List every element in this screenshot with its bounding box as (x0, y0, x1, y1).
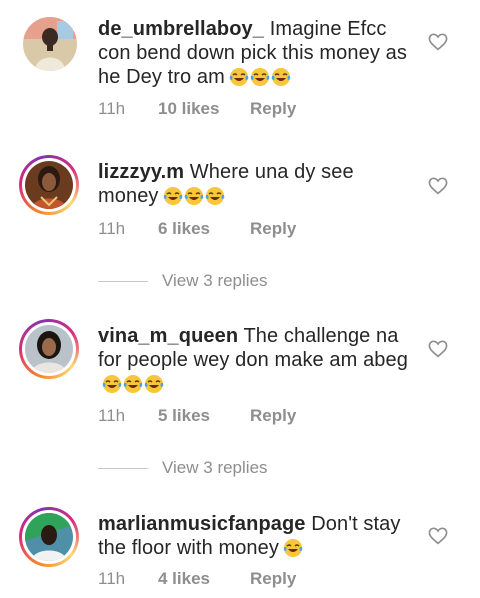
avatar[interactable] (23, 17, 77, 71)
face-with-tears-of-joy-emoji (102, 374, 122, 394)
like-count[interactable]: 10 likes (158, 99, 250, 119)
username[interactable]: de_umbrellaboy_ (98, 18, 264, 40)
comment-text: marlianmusicfanpage Don't stay the floor… (98, 512, 408, 564)
reply-button[interactable]: Reply (250, 406, 296, 426)
comment-meta: 11h 10 likes Reply (98, 99, 296, 119)
like-count[interactable]: 6 likes (158, 219, 250, 239)
heart-outline-icon[interactable] (428, 33, 448, 51)
timestamp: 11h (98, 406, 126, 425)
face-with-tears-of-joy-emoji (229, 67, 249, 87)
view-replies-link[interactable]: View 3 replies (98, 271, 268, 291)
username[interactable]: marlianmusicfanpage (98, 513, 306, 535)
avatar[interactable] (19, 319, 79, 379)
face-with-tears-of-joy-emoji (205, 186, 225, 206)
face-with-tears-of-joy-emoji (163, 186, 183, 206)
profile-photo (25, 513, 73, 561)
like-count[interactable]: 4 likes (158, 569, 250, 589)
emoji-group (283, 538, 304, 564)
heart-outline-icon[interactable] (428, 340, 448, 358)
emoji-group (102, 374, 165, 400)
face-with-tears-of-joy-emoji (250, 67, 270, 87)
divider-line (98, 468, 148, 470)
comment-meta: 11h 5 likes Reply (98, 406, 296, 426)
heart-outline-icon[interactable] (428, 177, 448, 195)
comment-text: lizzzyy.m Where una dy see money (98, 160, 408, 212)
view-replies-label[interactable]: View 3 replies (162, 271, 268, 290)
avatar[interactable] (19, 155, 79, 215)
avatar[interactable] (19, 507, 79, 567)
comment-meta: 11h 4 likes Reply (98, 569, 296, 589)
face-with-tears-of-joy-emoji (184, 186, 204, 206)
profile-photo (25, 161, 73, 209)
profile-photo-graphic (23, 17, 77, 71)
username[interactable]: lizzzyy.m (98, 161, 184, 183)
emoji-group (163, 186, 226, 212)
timestamp: 11h (98, 219, 126, 238)
like-count[interactable]: 5 likes (158, 406, 250, 426)
face-with-tears-of-joy-emoji (283, 538, 303, 558)
profile-photo (25, 325, 73, 373)
reply-button[interactable]: Reply (250, 569, 296, 589)
comment-text: vina_m_queen The challenge na for people… (98, 324, 408, 400)
timestamp: 11h (98, 569, 126, 588)
view-replies-label[interactable]: View 3 replies (162, 458, 268, 477)
heart-outline-icon[interactable] (428, 527, 448, 545)
divider-line (98, 281, 148, 283)
emoji-group (229, 67, 292, 93)
view-replies-link[interactable]: View 3 replies (98, 458, 268, 478)
reply-button[interactable]: Reply (250, 99, 296, 119)
comment-meta: 11h 6 likes Reply (98, 219, 296, 239)
comment-text: de_umbrellaboy_ Imagine Efcc con bend do… (98, 17, 408, 93)
timestamp: 11h (98, 99, 126, 118)
profile-photo-graphic (25, 161, 73, 209)
profile-photo-graphic (25, 513, 73, 561)
username[interactable]: vina_m_queen (98, 325, 238, 347)
reply-button[interactable]: Reply (250, 219, 296, 239)
face-with-tears-of-joy-emoji (271, 67, 291, 87)
profile-photo (23, 17, 77, 71)
face-with-tears-of-joy-emoji (144, 374, 164, 394)
face-with-tears-of-joy-emoji (123, 374, 143, 394)
profile-photo-graphic (25, 325, 73, 373)
